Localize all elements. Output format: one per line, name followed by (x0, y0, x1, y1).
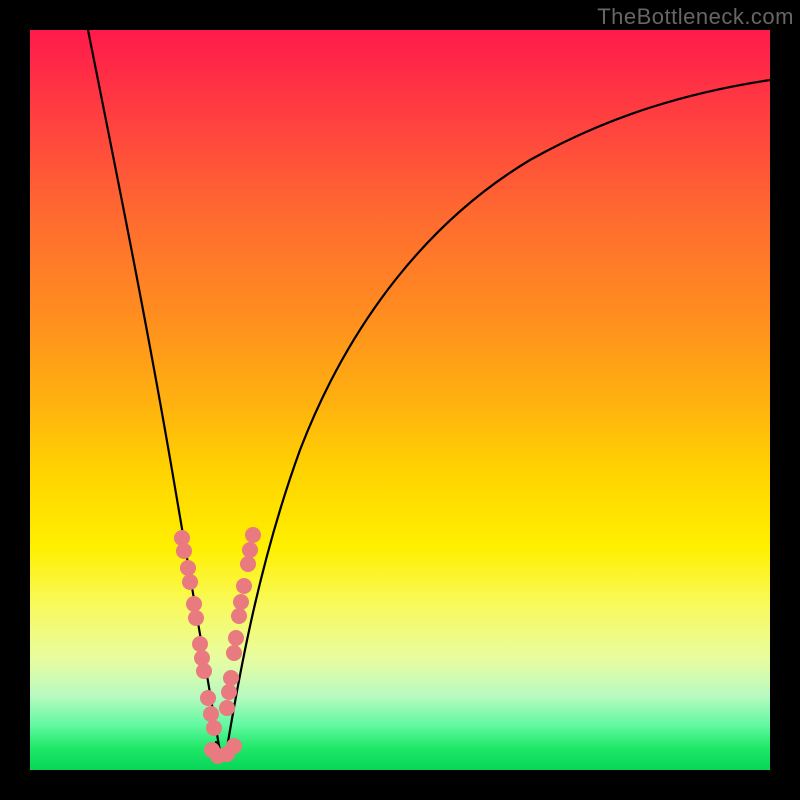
bead (203, 706, 219, 722)
bead (240, 556, 256, 572)
bead (200, 690, 216, 706)
bead (221, 684, 237, 700)
curve-svg (30, 30, 770, 770)
bead (219, 700, 235, 716)
bead (180, 560, 196, 576)
bead (186, 596, 202, 612)
plot-area (30, 30, 770, 770)
bead (228, 630, 244, 646)
chart-frame: TheBottleneck.com (0, 0, 800, 800)
beads-right-cluster (219, 527, 261, 716)
bead (188, 610, 204, 626)
curve-right-branch (227, 80, 770, 748)
watermark-text: TheBottleneck.com (597, 4, 794, 30)
bead (233, 594, 249, 610)
bead (176, 543, 192, 559)
bead (192, 636, 208, 652)
bead (245, 527, 261, 543)
bead (231, 608, 247, 624)
bead (236, 578, 252, 594)
beads-bottom-cluster (204, 738, 242, 764)
bead (182, 574, 198, 590)
beads-left-cluster (174, 530, 222, 736)
bead (226, 738, 242, 754)
bead (196, 663, 212, 679)
bead (223, 670, 239, 686)
bead (206, 720, 222, 736)
bead (242, 542, 258, 558)
bead (226, 645, 242, 661)
